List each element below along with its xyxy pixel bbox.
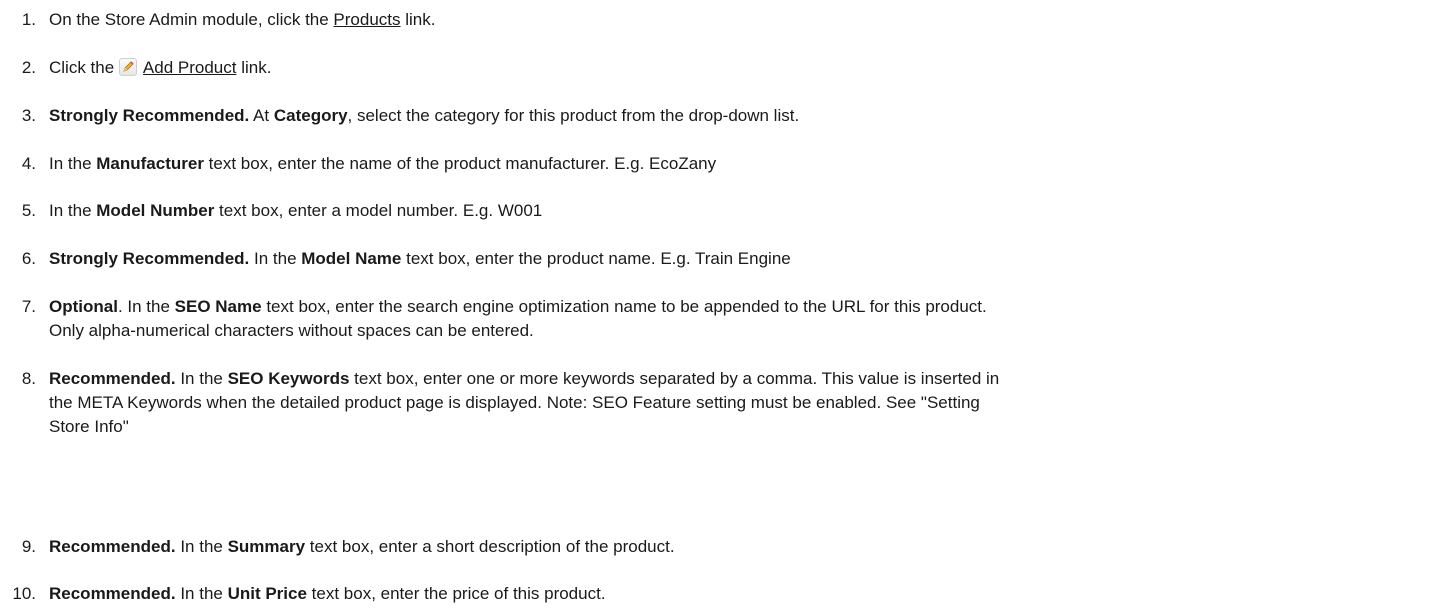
step-text: In the Model Number text box, enter a mo… (49, 201, 543, 220)
products-link[interactable]: Products (333, 10, 400, 29)
step-number: 3. (21, 106, 36, 125)
step-number: 4. (21, 154, 36, 173)
step-text: Click the Add Product link. (49, 58, 272, 77)
step-number: 10. (12, 584, 36, 603)
step-number: 2. (21, 58, 36, 77)
step-text: Recommended. In the SEO Keywords text bo… (49, 369, 1000, 436)
step-text: Strongly Recommended. At Category, selec… (49, 106, 800, 125)
step-text: Recommended. In the Summary text box, en… (49, 537, 675, 556)
step-text: Optional. In the SEO Name text box, ente… (49, 297, 987, 340)
step-text: In the Manufacturer text box, enter the … (49, 154, 717, 173)
add-product-link[interactable]: Add Product (143, 58, 237, 77)
step-number: 5. (21, 201, 36, 220)
step-number: 1. (21, 10, 36, 29)
instruction-list: 1. On the Store Admin module, click the … (0, 0, 1429, 610)
step-text: Recommended. In the Unit Price text box,… (49, 584, 606, 603)
step-text: Strongly Recommended. In the Model Name … (49, 249, 791, 268)
step-number: 8. (21, 369, 36, 388)
step-text: On the Store Admin module, click the Pro… (49, 10, 436, 29)
pencil-edit-icon[interactable] (118, 58, 137, 76)
step-number: 6. (21, 249, 36, 268)
step-number: 7. (21, 297, 36, 316)
step-number: 9. (21, 537, 36, 556)
